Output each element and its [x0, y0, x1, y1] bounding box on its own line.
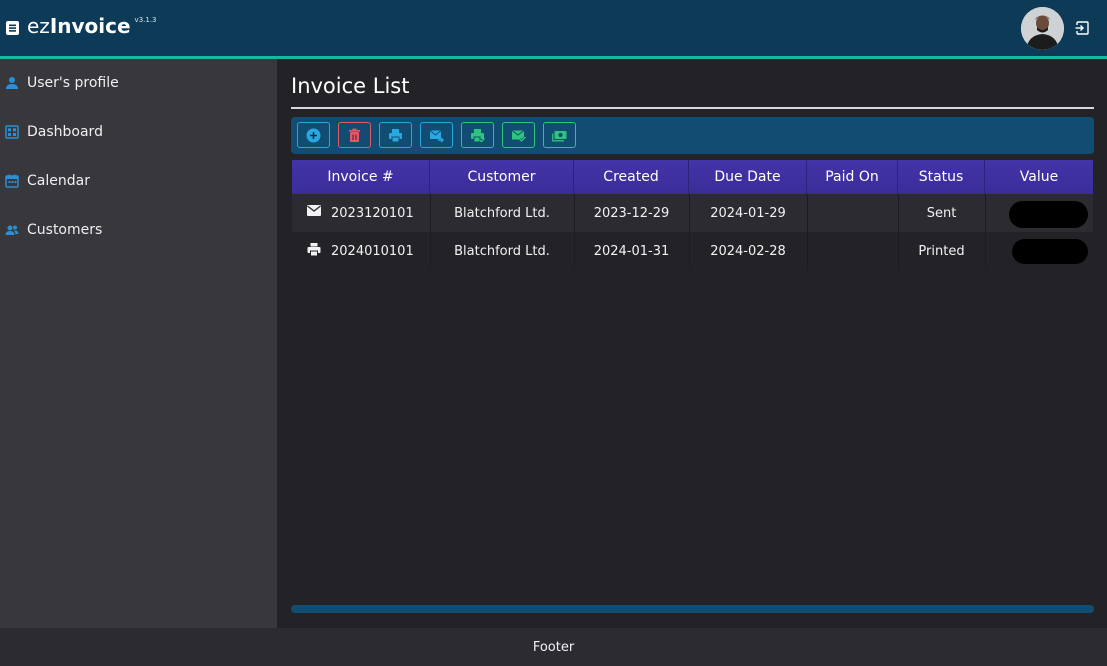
- print-invoice-button[interactable]: [379, 122, 412, 148]
- sidebar: User's profile Dashboard Calendar Custom…: [0, 59, 277, 628]
- column-header-due-date[interactable]: Due Date: [689, 160, 807, 194]
- print-icon: [389, 128, 402, 142]
- sidebar-item-calendar[interactable]: Calendar: [5, 170, 90, 192]
- add-invoice-button[interactable]: [297, 122, 330, 148]
- main-content: Invoice List Invoice # Customer Created …: [277, 59, 1107, 628]
- brand-name: Invoice: [49, 14, 131, 38]
- customer-name: Blatchford Ltd.: [454, 243, 550, 259]
- mail-icon: [307, 205, 321, 216]
- sidebar-item-label: Dashboard: [27, 124, 103, 140]
- sidebar-item-label: Calendar: [27, 173, 90, 189]
- brand-prefix: ez: [27, 14, 50, 38]
- title-divider: [291, 107, 1094, 109]
- status-text: Printed: [918, 243, 965, 259]
- mark-sent-button[interactable]: [502, 122, 535, 148]
- redacted-value: [1009, 201, 1088, 228]
- column-header-status[interactable]: Status: [898, 160, 985, 194]
- mark-printed-button[interactable]: [461, 122, 494, 148]
- print-icon: [307, 243, 321, 256]
- customers-icon: [5, 225, 19, 235]
- logout-icon[interactable]: [1074, 20, 1090, 36]
- sidebar-item-users-profile[interactable]: User's profile: [5, 72, 119, 94]
- due-date: 2024-01-29: [710, 205, 786, 221]
- app-version: v3.1.3: [134, 16, 157, 24]
- redacted-value: [1012, 239, 1088, 264]
- calendar-icon: [5, 174, 19, 188]
- menu-icon[interactable]: [6, 21, 19, 35]
- cash-icon: [552, 130, 567, 141]
- cell-divider: [985, 232, 986, 270]
- column-header-invoice[interactable]: Invoice #: [292, 160, 430, 194]
- horizontal-scrollbar[interactable]: [291, 605, 1094, 613]
- mail-check-icon: [511, 129, 526, 143]
- send-invoice-email-button[interactable]: [420, 122, 453, 148]
- cell-divider: [985, 194, 986, 232]
- sidebar-item-label: Customers: [27, 222, 103, 238]
- add-icon: [306, 128, 321, 142]
- top-bar: ez Invoice v3.1.3: [0, 0, 1107, 57]
- user-icon: [6, 77, 18, 89]
- status-text: Sent: [926, 205, 957, 221]
- page-title: Invoice List: [291, 74, 410, 98]
- invoice-toolbar: [291, 117, 1094, 154]
- table-row[interactable]: 2024010101 Blatchford Ltd. 2024-01-31 20…: [292, 232, 1093, 270]
- column-header-value[interactable]: Value: [985, 160, 1093, 194]
- avatar[interactable]: [1021, 7, 1064, 50]
- footer: Footer: [0, 628, 1107, 666]
- delete-invoice-button[interactable]: [338, 122, 371, 148]
- avatar-icon: [1021, 7, 1064, 50]
- sidebar-item-dashboard[interactable]: Dashboard: [5, 121, 103, 143]
- print-check-icon: [471, 128, 485, 142]
- column-header-paid-on[interactable]: Paid On: [807, 160, 898, 194]
- footer-text: Footer: [532, 639, 575, 655]
- mail-send-icon: [429, 129, 444, 142]
- paid-on-date: [807, 194, 898, 232]
- created-date: 2024-01-31: [593, 243, 670, 259]
- customer-name: Blatchford Ltd.: [454, 205, 550, 221]
- invoice-number: 2023120101: [331, 205, 414, 221]
- sidebar-item-label: User's profile: [27, 75, 119, 91]
- column-header-created[interactable]: Created: [574, 160, 689, 194]
- mark-paid-button[interactable]: [543, 122, 576, 148]
- invoice-number: 2024010101: [331, 243, 414, 259]
- paid-on-date: [807, 232, 898, 270]
- brand[interactable]: ez Invoice v3.1.3: [6, 14, 157, 38]
- sidebar-item-customers[interactable]: Customers: [5, 219, 102, 241]
- due-date: 2024-02-28: [710, 243, 786, 259]
- table-header: Invoice # Customer Created Due Date Paid…: [292, 160, 1093, 194]
- created-date: 2023-12-29: [593, 205, 670, 221]
- trash-icon: [349, 128, 360, 142]
- table-row[interactable]: 2023120101 Blatchford Ltd. 2023-12-29 20…: [292, 194, 1093, 232]
- dashboard-icon: [5, 125, 19, 139]
- column-header-customer[interactable]: Customer: [430, 160, 574, 194]
